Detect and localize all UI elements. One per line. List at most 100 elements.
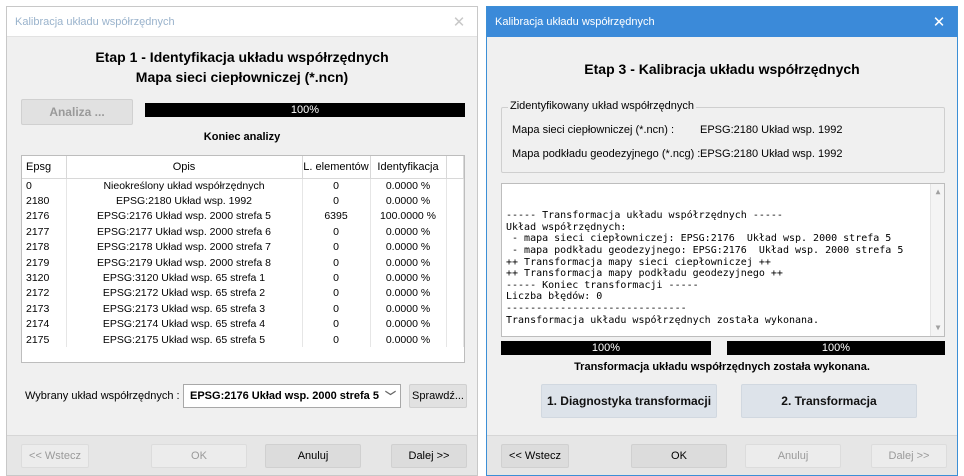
cell-filler xyxy=(446,270,464,286)
cell-description: EPSG:2180 Układ wsp. 1992 xyxy=(66,193,303,209)
table-row[interactable]: 2178 EPSG:2178 Układ wsp. 2000 strefa 700… xyxy=(22,239,464,255)
diagnostics-button[interactable]: 1. Diagnostyka transformacji xyxy=(541,384,717,418)
column-header-element-count[interactable]: L. elementów xyxy=(302,156,371,179)
log-text: ----- Transformacja układu współrzędnych… xyxy=(506,210,940,326)
cell-identification: 0.0000 % xyxy=(370,270,447,286)
cell-epsg: 2173 xyxy=(22,301,67,317)
cell-identification: 100.0000 % xyxy=(370,208,447,225)
back-button[interactable]: << Wstecz xyxy=(501,444,569,468)
selected-system-label: Wybrany układ współrzędnych : xyxy=(25,390,180,402)
log-line: - mapa sieci ciepłowniczej: EPSG:2176 Uk… xyxy=(506,233,892,245)
cell-identification: 0.0000 % xyxy=(370,285,447,302)
table-row[interactable]: 2174 EPSG:2174 Układ wsp. 65 strefa 4 0 0.0… xyxy=(22,316,464,332)
stage-heading: Etap 3 - Kalibracja układu współrzędnych xyxy=(584,61,860,77)
table-row[interactable]: 2177 EPSG:2177 Układ wsp. 2000 strefa 600… xyxy=(22,224,464,240)
footer-bar: << Wstecz OK Anuluj Dalej >> xyxy=(487,435,957,475)
progress-bar-1: 100% xyxy=(501,341,711,355)
log-line: ----- Transformacja układu współrzędnych… xyxy=(506,210,783,222)
table-row[interactable]: 2179 EPSG:2179 Układ wsp. 2000 strefa 800… xyxy=(22,254,464,271)
network-map-value: EPSG:2180 Układ wsp. 1992 xyxy=(700,124,843,136)
log-line: ----- Koniec transformacji ----- xyxy=(506,279,699,291)
ok-button[interactable]: OK xyxy=(631,444,727,468)
cell-filler xyxy=(446,285,464,302)
chevron-down-icon: ﹀ xyxy=(385,391,396,403)
log-scrollbar[interactable]: ▲ ▼ xyxy=(930,184,944,336)
coordinate-system-select[interactable]: EPSG:2176 Układ wsp. 2000 strefa 5 ﹀ xyxy=(183,384,401,408)
title-bar: Kalibracja układu współrzędnych ✕ xyxy=(487,7,957,37)
cell-epsg: 0 xyxy=(22,178,67,194)
cell-element-count: 0 xyxy=(302,301,371,317)
analysis-status: Koniec analizy xyxy=(203,131,281,143)
next-button[interactable]: Dalej >> xyxy=(391,444,467,468)
cell-epsg: 2179 xyxy=(22,254,67,271)
cell-element-count: 0 xyxy=(302,178,371,194)
check-button[interactable]: Sprawdź... xyxy=(409,384,467,408)
window-title: Kalibracja układu współrzędnych xyxy=(15,15,175,28)
cell-element-count: 0 xyxy=(302,270,371,286)
network-map-label: Mapa sieci ciepłowniczej (*.ncn) : xyxy=(512,124,675,136)
table-row[interactable]: 0 Nieokreślony układ współrzędnych 0 0.0000… xyxy=(22,178,464,194)
cancel-button[interactable]: Anuluj xyxy=(745,444,841,468)
transformation-log[interactable]: ----- Transformacja układu współrzędnych… xyxy=(501,183,945,337)
table-row[interactable]: 2173 EPSG:2173 Układ wsp. 65 strefa 3 0 0.0… xyxy=(22,301,464,317)
cell-identification: 0.0000 % xyxy=(370,224,447,240)
scroll-up-icon[interactable]: ▲ xyxy=(931,186,944,198)
column-header-identification[interactable]: Identyfikacja xyxy=(370,156,447,179)
table-row[interactable]: 2180 EPSG:2180 Układ wsp. 1992 0 0.0000 % xyxy=(22,193,464,209)
ok-button[interactable]: OK xyxy=(151,444,247,468)
column-header-epsg[interactable]: Epsg xyxy=(22,156,67,179)
log-line: - mapa podkładu geodezyjnego: EPSG:2176 … xyxy=(506,244,904,256)
stage3-window: Kalibracja układu współrzędnych ✕ Etap 3… xyxy=(486,6,958,476)
cell-epsg: 3120 xyxy=(22,270,67,286)
stage-subheading: Mapa sieci ciepłowniczej (*.ncn) xyxy=(135,69,349,85)
cell-description: EPSG:2178 Układ wsp. 2000 strefa 7 xyxy=(66,239,303,255)
table-row[interactable]: 2176 EPSG:2176 Układ wsp. 2000 strefa 5 63… xyxy=(22,208,464,225)
cell-filler xyxy=(446,193,464,209)
cell-identification: 0.0000 % xyxy=(370,331,447,348)
back-button[interactable]: << Wstecz xyxy=(21,444,89,468)
cell-element-count: 0 xyxy=(302,316,371,332)
cell-element-count: 0 xyxy=(302,331,371,348)
cell-identification: 0.0000 % xyxy=(370,178,447,194)
cell-identification: 0.0000 % xyxy=(370,193,447,209)
log-line: ++ Transformacja mapy sieci ciepłownicze… xyxy=(506,256,771,268)
stage-heading: Etap 1 - Identyfikacja układu współrzędn… xyxy=(95,49,389,65)
cell-epsg: 2180 xyxy=(22,193,67,209)
cell-description: EPSG:3120 Układ wsp. 65 strefa 1 xyxy=(66,270,303,286)
cell-epsg: 2172 xyxy=(22,285,67,302)
cell-filler xyxy=(446,178,464,194)
cell-description: Nieokreślony układ współrzędnych xyxy=(66,178,303,194)
identified-system-group: Zidentyfikowany układ współrzędnych Mapa… xyxy=(501,100,945,173)
table-row[interactable]: 2175 EPSG:2175 Układ wsp. 65 strefa 5 0 0.0… xyxy=(22,331,464,348)
stage1-window: Kalibracja układu współrzędnych ✕ Etap 1… xyxy=(6,6,478,476)
cell-description: EPSG:2174 Układ wsp. 65 strefa 4 xyxy=(66,316,303,332)
close-icon[interactable]: ✕ xyxy=(449,13,469,31)
cell-filler xyxy=(446,316,464,332)
analyze-button[interactable]: Analiza ... xyxy=(21,99,133,125)
cell-filler xyxy=(446,254,464,271)
cell-description: EPSG:2177 Układ wsp. 2000 strefa 6 xyxy=(66,224,303,240)
close-icon[interactable]: ✕ xyxy=(929,13,949,31)
transform-button[interactable]: 2. Transformacja xyxy=(741,384,917,418)
table-header-row: Epsg Opis L. elementów Identyfikacja xyxy=(22,156,464,179)
cell-filler xyxy=(446,331,464,348)
log-line: Układ współrzędnych: xyxy=(506,221,627,233)
cell-element-count: 0 xyxy=(302,193,371,209)
cancel-button[interactable]: Anuluj xyxy=(265,444,361,468)
cell-epsg: 2175 xyxy=(22,331,67,348)
cell-filler xyxy=(446,301,464,317)
cell-filler xyxy=(446,224,464,240)
cell-epsg: 2174 xyxy=(22,316,67,332)
next-button[interactable]: Dalej >> xyxy=(871,444,947,468)
column-header-description[interactable]: Opis xyxy=(66,156,303,179)
cell-identification: 0.0000 % xyxy=(370,316,447,332)
cell-description: EPSG:2175 Układ wsp. 65 strefa 5 xyxy=(66,331,303,348)
base-map-value: EPSG:2180 Układ wsp. 1992 xyxy=(700,148,843,160)
log-line: ------------------------------ xyxy=(506,302,687,314)
cell-filler xyxy=(446,208,464,225)
table-row[interactable]: 2172 EPSG:2172 Układ wsp. 65 strefa 2 0 0.0… xyxy=(22,285,464,302)
scroll-down-icon[interactable]: ▼ xyxy=(931,322,944,334)
coordinate-systems-table: Epsg Opis L. elementów Identyfikacja 0 Ni… xyxy=(21,155,465,363)
table-row[interactable]: 3120 EPSG:3120 Układ wsp. 65 strefa 1 0 0.0… xyxy=(22,270,464,286)
selected-system-value: EPSG:2176 Układ wsp. 2000 strefa 5 xyxy=(190,390,379,402)
